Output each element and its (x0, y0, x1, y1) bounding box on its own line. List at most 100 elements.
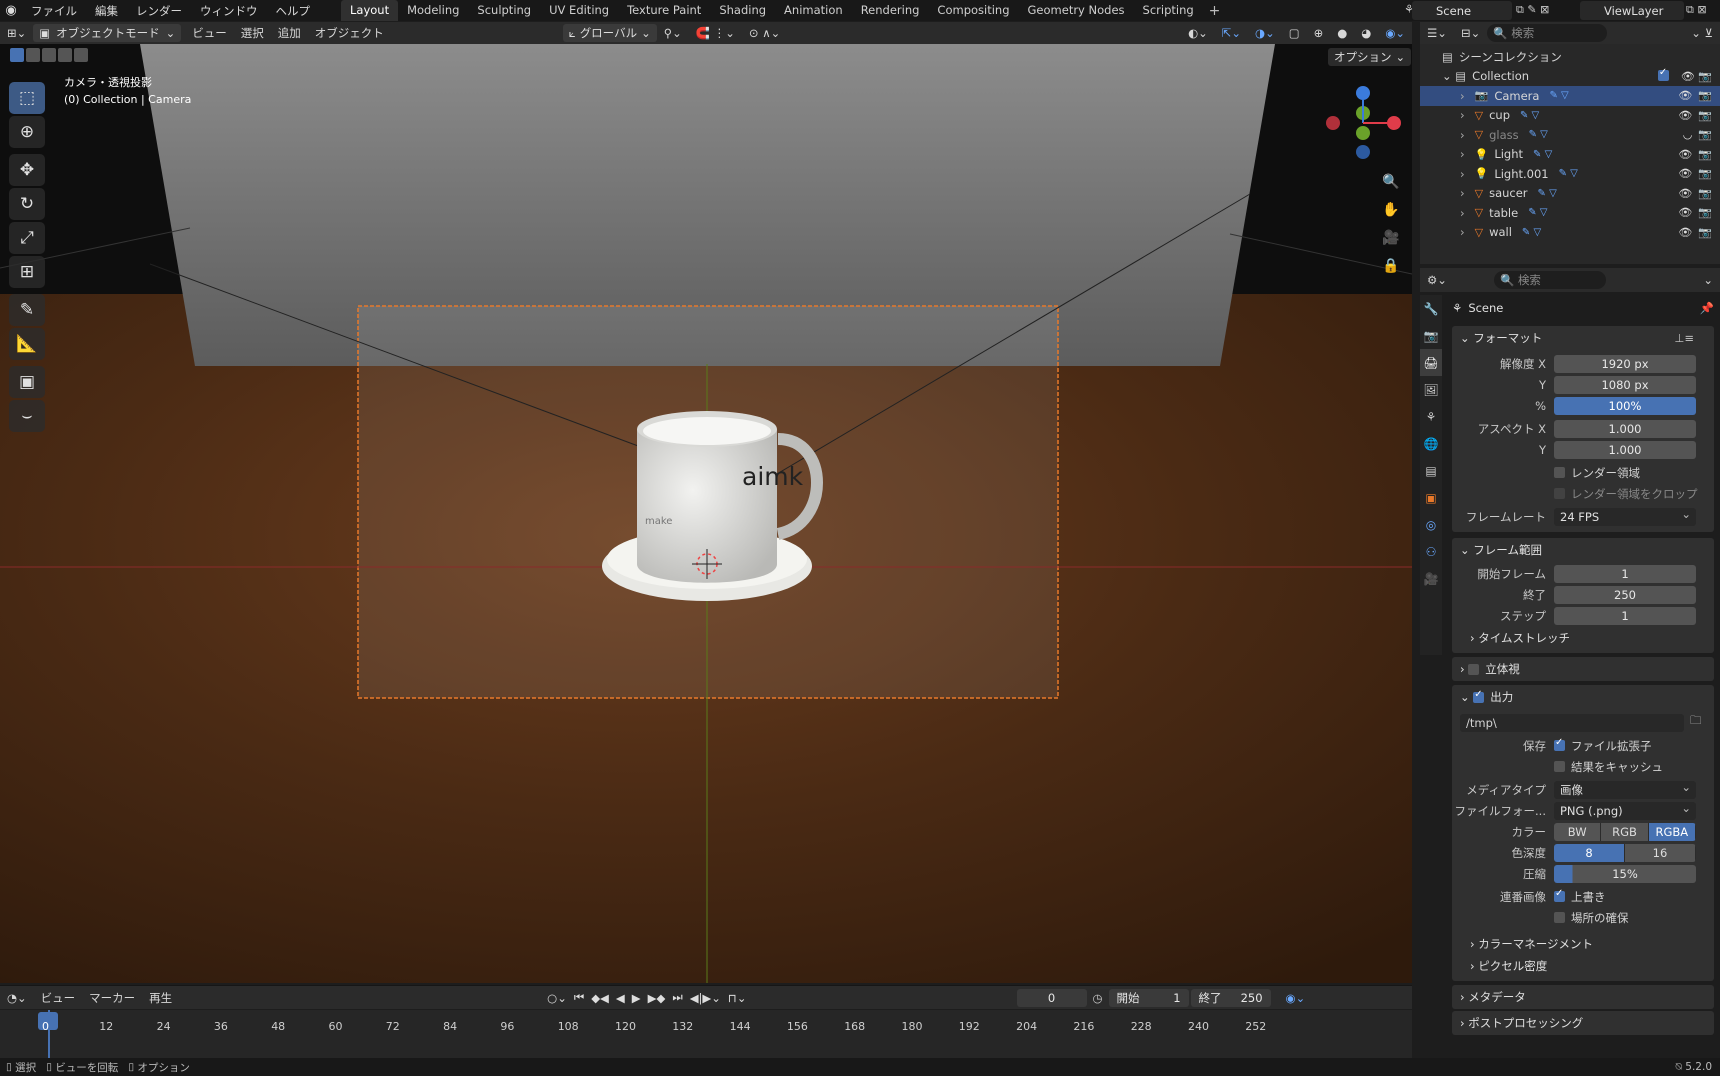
outliner-funnel-icon[interactable]: ⌄ ⊻ (1684, 24, 1720, 42)
scene-tab-icon[interactable]: ⚘ (1420, 403, 1442, 430)
blender-logo-icon[interactable]: ◉ (0, 3, 22, 18)
timeline-track[interactable]: 0 12 24 36 48 60 72 84 96 108 120 132 144 156 168 180 19… (0, 1010, 1412, 1058)
annotate-tool-icon[interactable]: ✎ (9, 294, 45, 326)
context-pin-icon[interactable]: 📌 (1700, 301, 1714, 315)
post-processing-header[interactable]: › ポストプロセッシング (1452, 1011, 1714, 1035)
viewport-menu-item[interactable]: 追加 (271, 24, 308, 42)
workspace-tab[interactable]: Rendering (852, 0, 929, 21)
pan-hand-icon[interactable]: ✋ (1380, 202, 1402, 224)
scene-selector[interactable]: Scene (1412, 1, 1512, 20)
menu-item[interactable]: レンダー (127, 3, 191, 19)
cache-checkbox[interactable] (1554, 761, 1565, 772)
render-camera-icon[interactable]: 📷 (1698, 167, 1712, 180)
transform-tool-icon[interactable]: ⊞ (9, 256, 45, 288)
add-cube-tool-icon[interactable]: ▣ (9, 366, 45, 398)
menu-item[interactable]: ウィンドウ (191, 3, 267, 19)
color-bw-button[interactable]: BW (1554, 822, 1602, 841)
subframe-icon[interactable]: ◀|▶⌄ (690, 991, 721, 1005)
expand-arrow-icon[interactable]: › (1460, 128, 1465, 142)
eye-icon[interactable]: 👁 (1678, 167, 1692, 180)
color-rgba-button[interactable]: RGBA (1648, 822, 1696, 841)
crop-checkbox[interactable] (1554, 488, 1565, 499)
render-region-checkbox[interactable] (1554, 467, 1565, 478)
expand-arrow-icon[interactable]: › (1460, 167, 1465, 181)
timeline-menu-item[interactable]: ビュー (34, 989, 83, 1007)
viewport-menu-item[interactable]: ビュー (185, 24, 234, 42)
outliner-filter-icon[interactable]: ⊟⌄ (1454, 24, 1487, 42)
workspace-tab[interactable]: UV Editing (540, 0, 618, 21)
measure-tool-icon[interactable]: 📐 (9, 328, 45, 360)
snap-icon[interactable]: 🧲 ⋮⌄ (689, 24, 742, 42)
res-y-field[interactable]: 1080 px (1554, 375, 1696, 394)
jump-start-icon[interactable]: ⏮ (574, 990, 584, 1005)
add-workspace-icon[interactable]: + (1203, 3, 1227, 19)
workspace-tab[interactable]: Animation (775, 0, 852, 21)
outliner-editor-icon[interactable]: ☰⌄ (1420, 24, 1454, 42)
preset-icon[interactable]: ⊥≡ (1674, 331, 1694, 345)
transform-orientation-dropdown[interactable]: ⟀ グローバル ⌄ (562, 24, 657, 42)
expand-arrow-icon[interactable]: › (1460, 89, 1465, 103)
expand-arrow-icon[interactable]: › (1460, 225, 1465, 239)
outliner-item[interactable]: › ▽ glass ✎ ▽ ◡ 📷 (1420, 125, 1720, 145)
shading-rendered-icon[interactable]: ◉⌄ (1378, 24, 1412, 42)
select-box-tool-icon[interactable]: ⬚ (9, 82, 45, 114)
view-layer-selector[interactable]: ViewLayer (1580, 1, 1684, 20)
physics-tab-icon[interactable]: ◎ (1420, 511, 1442, 538)
workspace-tab[interactable]: Geometry Nodes (1019, 0, 1134, 21)
timeline-editor-icon[interactable]: ◔⌄ (0, 989, 34, 1007)
render-camera-icon[interactable]: 📷 (1698, 89, 1712, 102)
outliner-item[interactable]: › ▽ wall ✎ ▽ 👁 📷 (1420, 223, 1720, 243)
data-tab-icon[interactable]: 🎥 (1420, 565, 1442, 592)
eye-icon[interactable]: 👁 (1678, 206, 1692, 219)
workspace-tab[interactable]: Texture Paint (618, 0, 710, 21)
properties-editor-icon[interactable]: ⚙⌄ (1420, 271, 1454, 289)
expand-arrow-icon[interactable]: › (1460, 186, 1465, 200)
visibility-icon[interactable]: ◐⌄ (1181, 24, 1215, 42)
frame-range-header[interactable]: ⌄ フレーム範囲 (1452, 538, 1714, 562)
outliner-item[interactable]: › ▽ table ✎ ▽ 👁 📷 (1420, 203, 1720, 223)
view-layer-buttons-icon[interactable]: ⧉ ⊠ (1686, 3, 1707, 17)
menu-item[interactable]: ファイル (22, 3, 86, 19)
auto-key-icon[interactable]: ⊓⌄ (728, 991, 747, 1005)
workspace-tab[interactable]: Shading (710, 0, 775, 21)
select-invert-icon[interactable] (58, 48, 72, 62)
world-tab-icon[interactable]: 🌐 (1420, 430, 1442, 457)
file-format-dropdown[interactable]: PNG (.png) (1554, 799, 1696, 820)
scene-collection-row[interactable]: ▤ シーンコレクション (1420, 47, 1720, 67)
outliner-item[interactable]: › 📷 Camera ✎ ▽ 👁 📷 (1420, 86, 1720, 106)
placeholders-checkbox[interactable] (1554, 912, 1565, 923)
properties-options-icon[interactable]: ⌄ (1696, 271, 1720, 289)
outliner-search[interactable]: 🔍 検索 (1487, 24, 1608, 42)
render-camera-icon[interactable]: 📷 (1698, 109, 1712, 122)
timeline-menu-item[interactable]: 再生 (142, 989, 179, 1007)
render-camera-icon[interactable]: 📷 (1698, 148, 1712, 161)
depth-16-button[interactable]: 16 (1625, 843, 1696, 862)
cursor-tool-icon[interactable]: ⊕ (9, 116, 45, 148)
select-subtract-icon[interactable] (42, 48, 56, 62)
workspace-tab[interactable]: Sculpting (468, 0, 540, 21)
view-layer-tab-icon[interactable]: 🖼 (1420, 376, 1442, 403)
fps-dropdown[interactable]: 24 FPS (1554, 505, 1696, 526)
viewport-options-button[interactable]: オプション ⌄ (1328, 48, 1412, 66)
object-tab-icon[interactable]: ▣ (1420, 484, 1442, 511)
viewport-menu-item[interactable]: オブジェクト (308, 24, 391, 42)
gizmo-icon[interactable]: ⇱⌄ (1215, 24, 1248, 42)
color-management-header[interactable]: › カラーマネージメント (1452, 933, 1714, 955)
select-extend-icon[interactable] (26, 48, 40, 62)
file-ext-checkbox[interactable] (1554, 737, 1565, 751)
compression-slider[interactable]: 15% (1554, 864, 1696, 883)
pixel-density-header[interactable]: › ピクセル密度 (1452, 955, 1714, 977)
collection-checkbox[interactable] (1657, 67, 1669, 81)
workspace-tab[interactable]: Compositing (928, 0, 1018, 21)
aspect-y-field[interactable]: 1.000 (1554, 440, 1696, 459)
proportional-icon[interactable]: ⊙ ∧⌄ (742, 24, 787, 42)
outliner-item[interactable]: › 💡 Light.001 ✎ ▽ 👁 📷 (1420, 164, 1720, 184)
lock-icon[interactable]: 🔒 (1380, 258, 1402, 280)
3d-viewport[interactable]: カメラ・透視投影 (0) Collection | Camera aimk ma… (0, 44, 1412, 983)
select-intersect-icon[interactable] (74, 48, 88, 62)
eye-icon[interactable]: 👁 (1678, 187, 1692, 200)
output-checkbox[interactable] (1473, 689, 1485, 703)
output-tab-icon[interactable]: 🖨 (1420, 349, 1442, 376)
outliner-item[interactable]: › ▽ cup ✎ ▽ 👁 📷 (1420, 106, 1720, 126)
aspect-x-field[interactable]: 1.000 (1554, 419, 1696, 438)
